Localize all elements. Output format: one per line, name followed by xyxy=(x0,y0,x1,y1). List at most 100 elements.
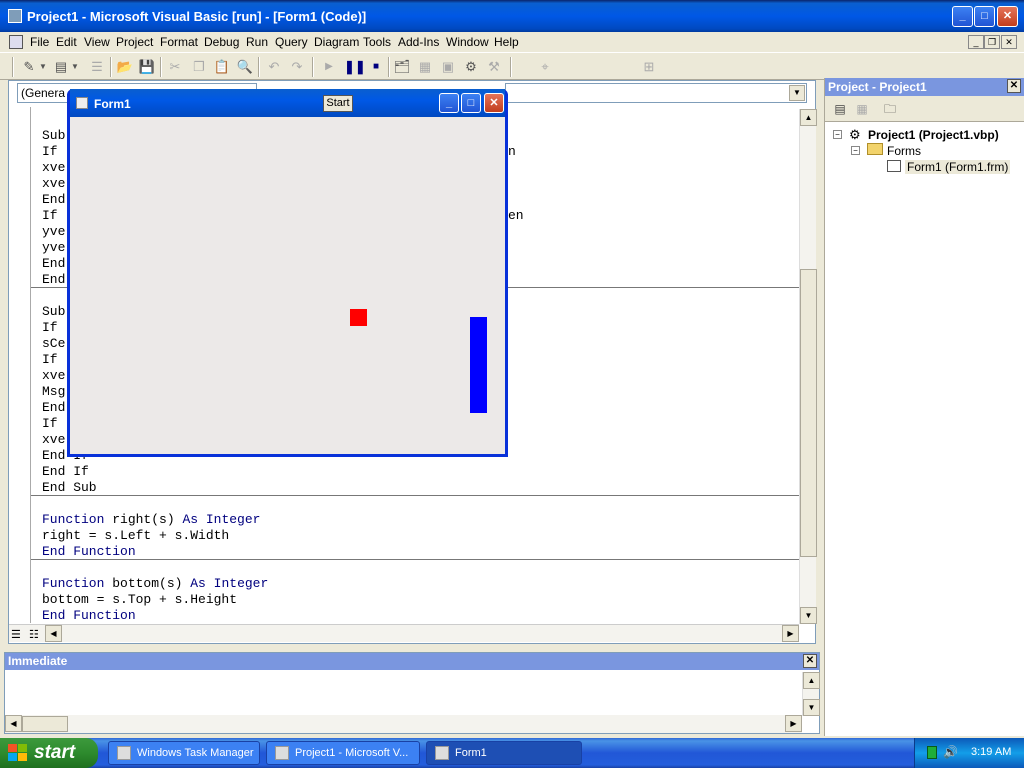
scroll-left-button[interactable]: ◀ xyxy=(45,625,62,642)
code-line[interactable]: right = s.Left + s.Width xyxy=(42,528,229,543)
redo-icon[interactable]: ↷ xyxy=(288,58,306,76)
code-line-fragment[interactable]: n xyxy=(508,144,516,159)
mdi-child-icon[interactable] xyxy=(9,35,23,49)
task-visual-basic[interactable]: Project1 - Microsoft V... xyxy=(266,741,420,765)
code-line[interactable]: xve xyxy=(42,176,65,191)
code-line[interactable]: If xyxy=(42,144,58,159)
code-line[interactable]: bottom = s.Top + s.Height xyxy=(42,592,237,607)
paste-icon[interactable]: 📋 xyxy=(213,58,231,76)
form-icon[interactable] xyxy=(76,97,88,109)
menu-tools[interactable]: Tools xyxy=(363,35,391,49)
tree-form1-node[interactable]: Form1 (Form1.frm) xyxy=(905,160,1011,174)
form1-maximize-button[interactable]: □ xyxy=(461,93,481,113)
menu-run[interactable]: Run xyxy=(246,35,268,49)
menu-query[interactable]: Query xyxy=(275,35,308,49)
mdi-close-button[interactable]: ✕ xyxy=(1001,35,1017,49)
project-explorer-title-bar[interactable]: Project - Project1 ✕ xyxy=(825,78,1024,96)
code-line[interactable]: xve xyxy=(42,368,65,383)
code-line[interactable]: Sub xyxy=(42,128,65,143)
immediate-window[interactable]: Immediate ✕ ▲ ▼ ◀ ▶ xyxy=(4,652,820,734)
close-button[interactable]: ✕ xyxy=(997,6,1018,27)
code-line[interactable]: Msg xyxy=(42,384,65,399)
menu-file[interactable]: File xyxy=(30,35,49,49)
scroll-right-button[interactable]: ▶ xyxy=(785,715,802,732)
code-line[interactable]: End xyxy=(42,256,65,271)
break-icon[interactable]: ❚❚ xyxy=(344,58,366,76)
mdi-restore-button[interactable]: ❐ xyxy=(984,35,1000,49)
save-project-icon[interactable]: 💾 xyxy=(138,58,156,76)
add-project-icon[interactable]: ✎ xyxy=(20,58,38,76)
main-title-bar[interactable]: Project1 - Microsoft Visual Basic [run] … xyxy=(0,0,1024,32)
scroll-left-button[interactable]: ◀ xyxy=(5,715,22,732)
tree-forms-node[interactable]: Forms xyxy=(887,144,921,158)
task-manager-tray-icon[interactable] xyxy=(927,746,937,759)
form1-title-bar[interactable]: Form1 Start _ □ ✕ xyxy=(70,89,505,117)
code-line[interactable]: End xyxy=(42,400,65,415)
start-button[interactable]: start xyxy=(0,738,98,768)
menu-debug[interactable]: Debug xyxy=(204,35,239,49)
scroll-up-button[interactable]: ▲ xyxy=(803,672,820,689)
procedure-view-icon[interactable]: ☰ xyxy=(11,628,21,641)
code-line[interactable]: yve xyxy=(42,240,65,255)
scroll-down-button[interactable]: ▼ xyxy=(803,699,820,716)
end-run-icon[interactable]: ■ xyxy=(367,58,385,76)
close-icon[interactable]: ✕ xyxy=(803,654,817,668)
object-browser-icon[interactable]: ⚙ xyxy=(462,58,480,76)
properties-window-icon[interactable]: ▦ xyxy=(416,58,434,76)
code-line[interactable]: End xyxy=(42,272,65,287)
menu-format[interactable]: Format xyxy=(160,35,198,49)
code-line[interactable]: sCe xyxy=(42,336,65,351)
form1-minimize-button[interactable]: _ xyxy=(439,93,459,113)
code-line[interactable]: If xyxy=(42,352,58,367)
menu-window[interactable]: Window xyxy=(446,35,489,49)
form-layout-icon[interactable]: ▣ xyxy=(439,58,457,76)
toolbar-grip[interactable] xyxy=(12,57,14,77)
scroll-up-button[interactable]: ▲ xyxy=(800,109,817,126)
immediate-title-bar[interactable]: Immediate ✕ xyxy=(5,653,819,670)
add-form-dropdown-icon[interactable]: ▼ xyxy=(70,58,80,76)
code-line[interactable]: xve xyxy=(42,432,65,447)
open-project-icon[interactable]: 📂 xyxy=(116,58,134,76)
menu-editor-icon[interactable]: ☰ xyxy=(88,58,106,76)
code-line[interactable]: yve xyxy=(42,224,65,239)
start-run-icon[interactable]: ▶ xyxy=(320,58,338,76)
code-horizontal-scrollbar[interactable]: ☰ ☷ ◀ ▶ xyxy=(9,624,799,642)
task-form1[interactable]: Form1 xyxy=(426,741,582,765)
code-line[interactable]: End If xyxy=(42,464,89,479)
mdi-minimize-button[interactable]: _ xyxy=(968,35,984,49)
code-line[interactable]: If xyxy=(42,208,58,223)
project-explorer-icon[interactable]: 🗂 xyxy=(393,58,411,76)
view-code-icon[interactable]: ▤ xyxy=(830,100,850,118)
menu-add-ins[interactable]: Add-Ins xyxy=(398,35,439,49)
undo-icon[interactable]: ↶ xyxy=(265,58,283,76)
code-line[interactable]: Function right(s) As Integer xyxy=(42,512,260,527)
toggle-folders-icon[interactable]: 🗀 xyxy=(880,100,900,118)
menu-project[interactable]: Project xyxy=(116,35,153,49)
collapse-icon[interactable]: − xyxy=(833,130,842,139)
full-module-view-icon[interactable]: ☷ xyxy=(29,628,39,641)
collapse-icon[interactable]: − xyxy=(851,146,860,155)
code-margin[interactable] xyxy=(9,107,31,623)
code-vertical-scrollbar[interactable]: ▲ ▼ xyxy=(799,109,817,624)
task-windows-task-manager[interactable]: Windows Task Manager xyxy=(108,741,260,765)
code-line[interactable]: End Function xyxy=(42,544,136,559)
code-line[interactable]: Function bottom(s) As Integer xyxy=(42,576,268,591)
code-line-fragment[interactable]: en xyxy=(508,208,524,223)
code-line[interactable]: End xyxy=(42,192,65,207)
immediate-horizontal-scrollbar[interactable]: ◀ ▶ xyxy=(5,715,802,733)
find-icon[interactable]: 🔍 xyxy=(236,58,254,76)
vb-app-icon[interactable] xyxy=(8,9,22,23)
menu-help[interactable]: Help xyxy=(494,35,519,49)
view-object-icon[interactable]: ▦ xyxy=(852,100,872,118)
code-line[interactable]: End Sub xyxy=(42,480,97,495)
menu-diagram[interactable]: Diagram xyxy=(314,35,359,49)
code-line[interactable]: Sub xyxy=(42,304,65,319)
maximize-button[interactable]: □ xyxy=(974,6,995,27)
form1-close-button[interactable]: ✕ xyxy=(484,93,504,113)
immediate-vertical-scrollbar[interactable]: ▲ ▼ xyxy=(802,672,820,716)
tree-project-node[interactable]: Project1 (Project1.vbp) xyxy=(868,128,999,142)
add-form-icon[interactable]: ▤ xyxy=(52,58,70,76)
start-button[interactable]: Start xyxy=(323,95,353,112)
add-project-dropdown-icon[interactable]: ▼ xyxy=(38,58,48,76)
code-line[interactable]: If xyxy=(42,416,58,431)
